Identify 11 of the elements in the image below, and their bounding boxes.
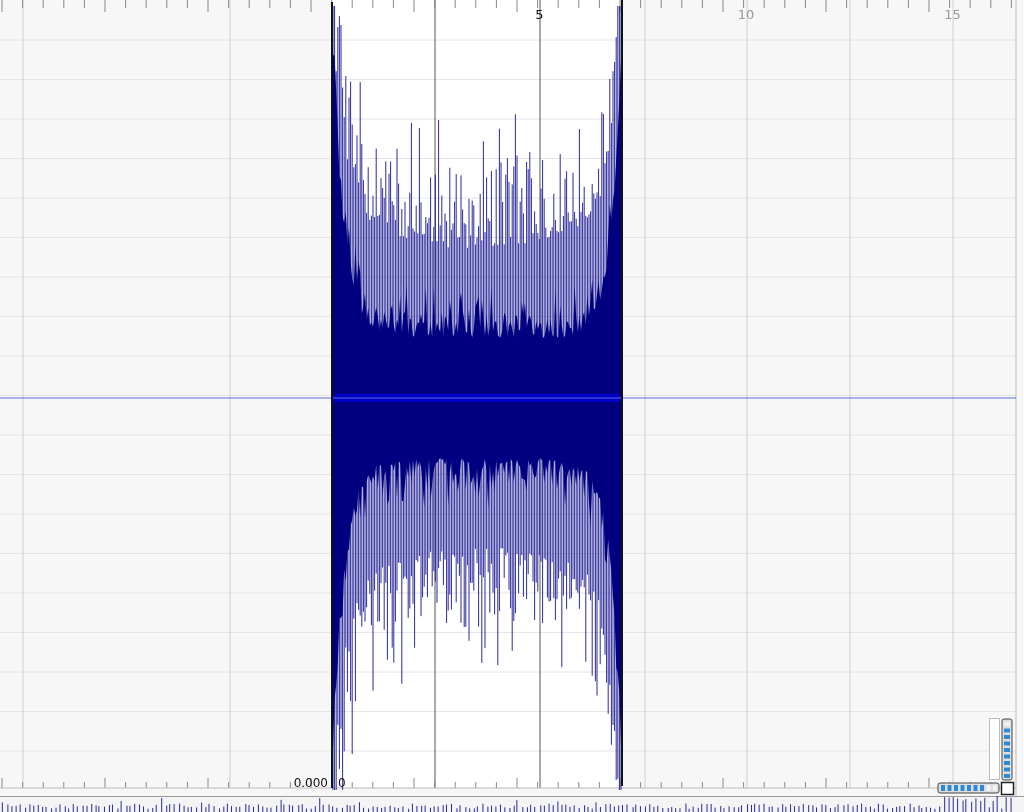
ruler-label: 10 [737,7,755,22]
zoom-reset-button[interactable] [1000,781,1015,796]
ruler-label: 5 [535,7,544,22]
ruler-label: 15 [944,7,961,22]
selection-start-marker[interactable] [331,2,333,788]
vertical-zoom-slider[interactable] [1001,718,1013,781]
vertical-scrollbar[interactable] [989,718,1000,780]
horizontal-zoom-slider[interactable] [937,782,1000,794]
overview-strip[interactable] [0,796,1024,812]
amplitude-label: 0.000 [293,776,328,790]
selection-end-marker[interactable] [621,0,623,786]
